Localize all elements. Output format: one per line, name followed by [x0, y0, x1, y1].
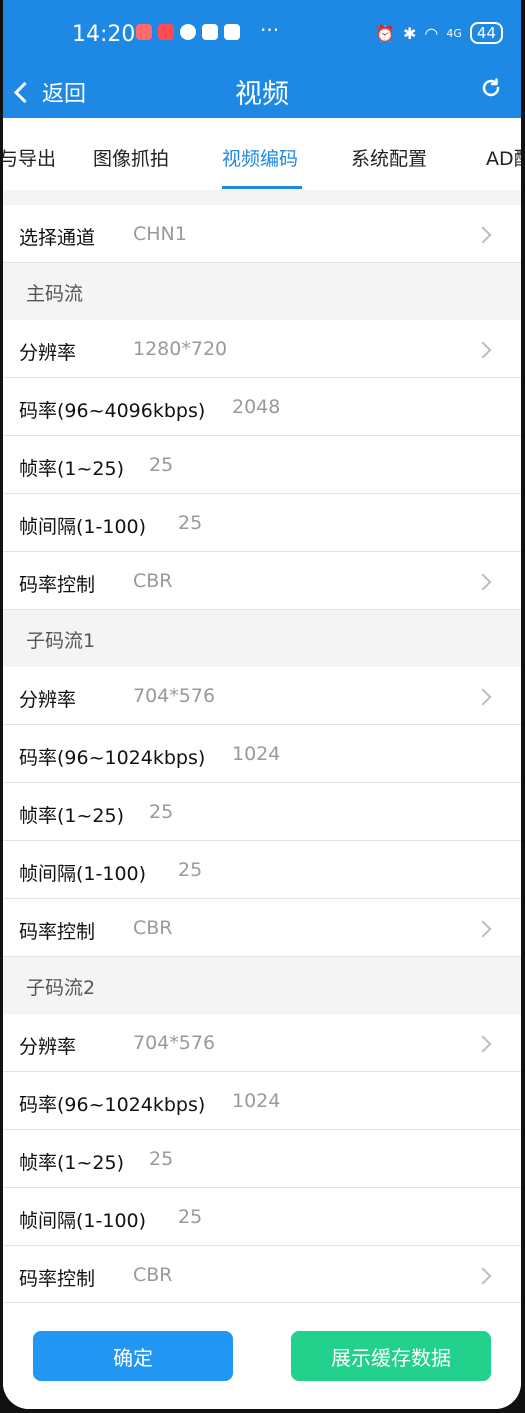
main-bitrate-row[interactable]: 码率(96~4096kbps) 2048 [3, 378, 521, 436]
more-notifications-icon: ··· [260, 18, 280, 42]
section-title: 子码流1 [26, 630, 96, 652]
row-label: 帧间隔(1-100) [19, 1210, 147, 1232]
row-label: 帧间隔(1-100) [19, 863, 147, 885]
tab-image-capture[interactable]: 图像抓拍 [93, 144, 169, 171]
row-value: 704*576 [133, 1032, 216, 1054]
wifi-icon: ◠ [424, 23, 439, 43]
app-notification-icon [136, 24, 152, 40]
row-value: CBR [133, 570, 173, 592]
row-value: 2048 [232, 396, 281, 418]
row-value: CBR [133, 1264, 173, 1286]
chevron-right-icon [474, 1035, 492, 1053]
row-value: 1024 [232, 743, 281, 765]
tab-system-config[interactable]: 系统配置 [351, 144, 427, 171]
section-spacer [3, 190, 521, 205]
chevron-right-icon [474, 226, 492, 244]
sub2-interval-row[interactable]: 帧间隔(1-100) 25 [3, 1188, 521, 1246]
sub2-rate-control-row[interactable]: 码率控制 CBR [3, 1246, 521, 1303]
notification-icons [136, 24, 240, 40]
row-value: CBR [133, 917, 173, 939]
chat-notification-icon [180, 24, 196, 40]
confirm-button[interactable]: 确定 [33, 1331, 233, 1381]
row-label: 分辨率 [19, 342, 77, 364]
row-value: 25 [178, 512, 203, 534]
app-frame: 14:20 ··· ⏰ ✱ ◠ 4G 44 返回 视频 与导出 图像抓拍 视频编… [3, 0, 521, 1409]
sub1-framerate-row[interactable]: 帧率(1~25) 25 [3, 783, 521, 841]
channel-select-row[interactable]: 选择通道 CHN1 [3, 205, 521, 263]
main-interval-row[interactable]: 帧间隔(1-100) 25 [3, 494, 521, 552]
row-value: 704*576 [133, 685, 216, 707]
footer-bar: 确定 展示缓存数据 [3, 1303, 521, 1409]
main-framerate-row[interactable]: 帧率(1~25) 25 [3, 436, 521, 494]
row-label: 码率控制 [19, 574, 96, 596]
row-value: 25 [149, 454, 174, 476]
row-label: 选择通道 [19, 227, 96, 249]
chevron-right-icon [474, 920, 492, 938]
status-bar: 14:20 ··· ⏰ ✱ ◠ 4G 44 [3, 0, 521, 58]
chevron-right-icon [474, 688, 492, 706]
top-bar: 14:20 ··· ⏰ ✱ ◠ 4G 44 返回 视频 [3, 0, 521, 118]
row-value: 1280*720 [133, 338, 228, 360]
nav-bar: 返回 视频 [3, 58, 521, 118]
signal-icon: 4G [446, 26, 462, 40]
sub1-interval-row[interactable]: 帧间隔(1-100) 25 [3, 841, 521, 899]
row-label: 帧率(1~25) [19, 1152, 125, 1174]
status-right: ⏰ ✱ ◠ 4G 44 [375, 22, 503, 44]
section-title: 主码流 [26, 283, 84, 305]
app-notification-icon [158, 24, 174, 40]
sub1-rate-control-row[interactable]: 码率控制 CBR [3, 899, 521, 957]
sub1-bitrate-row[interactable]: 码率(96~1024kbps) 1024 [3, 725, 521, 783]
section-title: 子码流2 [26, 977, 96, 999]
chevron-right-icon [474, 1267, 492, 1285]
row-label: 帧间隔(1-100) [19, 516, 147, 538]
active-tab-indicator [222, 186, 302, 189]
panda-notification-icon [202, 24, 218, 40]
row-label: 分辨率 [19, 1036, 77, 1058]
status-time: 14:20 [72, 22, 136, 47]
section-header-sub-stream-2: 子码流2 [3, 957, 521, 1014]
row-label: 分辨率 [19, 689, 77, 711]
show-cache-button[interactable]: 展示缓存数据 [291, 1331, 491, 1381]
chevron-right-icon [474, 573, 492, 591]
main-resolution-row[interactable]: 分辨率 1280*720 [3, 320, 521, 378]
row-value: CHN1 [133, 223, 187, 245]
sub2-resolution-row[interactable]: 分辨率 704*576 [3, 1014, 521, 1072]
sub1-resolution-row[interactable]: 分辨率 704*576 [3, 667, 521, 725]
tab-video-encoding[interactable]: 视频编码 [222, 144, 298, 171]
row-value: 1024 [232, 1090, 281, 1112]
main-rate-control-row[interactable]: 码率控制 CBR [3, 552, 521, 610]
sub2-bitrate-row[interactable]: 码率(96~1024kbps) 1024 [3, 1072, 521, 1130]
alarm-icon: ⏰ [375, 23, 395, 43]
row-label: 码率(96~1024kbps) [19, 747, 206, 769]
row-value: 25 [178, 859, 203, 881]
tab-export[interactable]: 与导出 [3, 144, 56, 171]
row-label: 码率控制 [19, 1268, 96, 1290]
chevron-right-icon [474, 341, 492, 359]
section-header-sub-stream-1: 子码流1 [3, 610, 521, 667]
battery-icon: 44 [469, 22, 503, 44]
row-value: 25 [149, 1148, 174, 1170]
row-label: 帧率(1~25) [19, 805, 125, 827]
tab-bar: 与导出 图像抓拍 视频编码 系统配置 AD配 [3, 118, 521, 191]
mail-notification-icon [224, 24, 240, 40]
row-label: 码率(96~1024kbps) [19, 1094, 206, 1116]
sub2-framerate-row[interactable]: 帧率(1~25) 25 [3, 1130, 521, 1188]
row-value: 25 [149, 801, 174, 823]
row-label: 码率(96~4096kbps) [19, 400, 206, 422]
refresh-icon[interactable] [479, 76, 503, 100]
row-label: 帧率(1~25) [19, 458, 125, 480]
bluetooth-icon: ✱ [403, 23, 417, 43]
section-header-main-stream: 主码流 [3, 263, 521, 320]
row-label: 码率控制 [19, 921, 96, 943]
tab-ad[interactable]: AD配 [486, 144, 521, 171]
row-value: 25 [178, 1206, 203, 1228]
page-title: 视频 [235, 79, 289, 110]
